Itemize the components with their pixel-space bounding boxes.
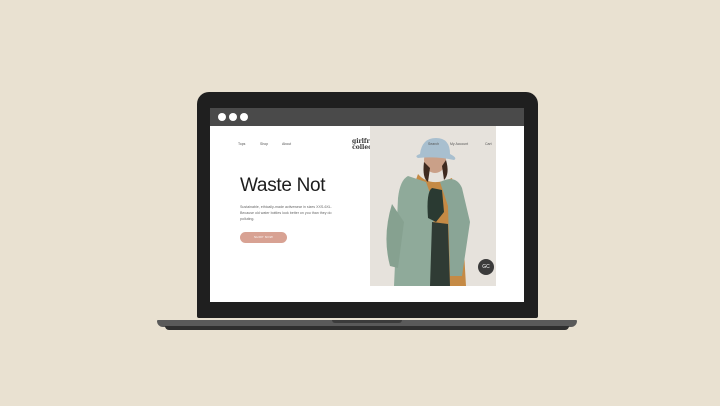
shop-now-button[interactable]: SHOP NOW [240, 232, 287, 243]
laptop-base-shadow [165, 326, 569, 330]
hero-body-text: Sustainable, ethically-made activewear i… [240, 205, 332, 221]
window-dot-minimize[interactable] [229, 113, 237, 121]
nav-item-shop[interactable]: Shop [260, 142, 268, 146]
nav-item-cart[interactable]: Cart [485, 142, 492, 146]
model-illustration [370, 126, 496, 286]
laptop-hinge-notch [332, 320, 402, 323]
window-dot-close[interactable] [218, 113, 226, 121]
website-viewport: Tops Shop About girlfriend collective Wa… [210, 126, 524, 302]
leggings [430, 222, 450, 286]
hero-photo [370, 126, 496, 286]
window-dot-maximize[interactable] [240, 113, 248, 121]
hero-headline: Waste Not [240, 175, 326, 196]
nav-item-search[interactable]: Search [428, 142, 439, 146]
browser-title-bar [210, 108, 524, 126]
nav-item-tops[interactable]: Tops [238, 142, 245, 146]
chat-badge-icon[interactable]: GC [478, 259, 494, 275]
nav-item-my-account[interactable]: My Account [450, 142, 468, 146]
nav-item-about[interactable]: About [282, 142, 291, 146]
